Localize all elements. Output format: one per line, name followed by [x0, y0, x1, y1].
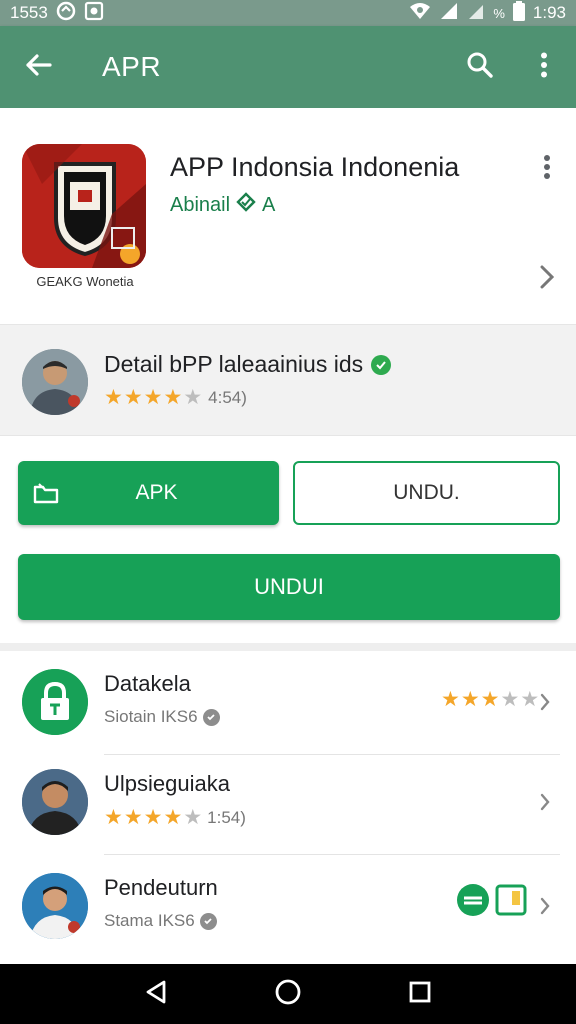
star-icon: ★ — [123, 386, 143, 409]
toggle-icon[interactable] — [456, 883, 490, 922]
check-badge-icon — [199, 912, 217, 930]
avatar — [22, 873, 88, 939]
more-vert-icon — [543, 154, 551, 184]
list-item-title: Pendeuturn — [104, 875, 218, 900]
nav-recents-button[interactable] — [390, 964, 450, 1024]
chevron-right-icon — [540, 265, 555, 294]
list-item[interactable]: Pendeuturn Stama IKS6 — [0, 855, 576, 959]
list-item-title: Ulpsieguiaka — [104, 771, 230, 796]
status-left: 1553 — [10, 1, 104, 26]
notification-icon — [56, 1, 76, 26]
developer-name: Abinail — [170, 193, 231, 216]
list-item-actions — [456, 883, 528, 922]
system-nav-bar — [0, 964, 576, 1024]
nav-home-icon — [274, 978, 302, 1011]
search-icon — [466, 51, 494, 84]
back-arrow-icon — [24, 53, 52, 82]
rating-text: 4:54) — [208, 387, 247, 407]
star-icon: ★ — [104, 386, 123, 409]
star-icon: ★ — [500, 688, 520, 711]
list-item-subtitle: Siotain IKS6 — [104, 707, 220, 727]
detail-row[interactable]: Detail bPP laleaainius ids ★ ★ ★ ★ ★ 4:54) — [0, 324, 576, 436]
more-options-button[interactable] — [512, 26, 576, 108]
list-item-title: Datakela — [104, 671, 191, 696]
status-bar: 1553 % 1:93 — [0, 0, 576, 26]
star-icon: ★ — [183, 386, 203, 409]
lock-avatar — [22, 669, 88, 735]
app-bar: APR — [0, 26, 576, 108]
apk-button[interactable]: APK — [18, 461, 279, 525]
signal-icon-2 — [467, 2, 485, 25]
chevron-right-icon — [534, 787, 556, 817]
app-details-chevron[interactable] — [532, 264, 562, 294]
developer-link[interactable]: Abinail A — [170, 192, 275, 218]
list-item-subtitle-text: Stama IKS6 — [104, 911, 195, 930]
status-right: % 1:93 — [409, 0, 566, 26]
star-icon: ★ — [460, 688, 480, 711]
verified-icon — [371, 354, 392, 375]
list-item-subtitle-text: 1:54) — [207, 807, 246, 827]
status-time-left: 1553 — [10, 3, 48, 22]
list-item-subtitle-text: Siotain IKS6 — [104, 707, 198, 726]
list-item-subtitle: ★ ★ ★ ★ ★ 1:54) — [104, 807, 246, 828]
star-rating: ★ ★ ★ ★ ★ — [441, 689, 539, 710]
star-icon: ★ — [480, 688, 500, 711]
detail-rating: ★ ★ ★ ★ ★ 4:54) — [104, 387, 247, 408]
chevron-right-icon — [534, 687, 556, 717]
nav-recents-icon — [408, 980, 432, 1009]
star-icon: ★ — [143, 386, 163, 409]
nav-back-icon — [144, 979, 168, 1010]
undu-outline-label: UNDU. — [393, 481, 460, 504]
signal-icon — [439, 2, 459, 25]
battery-icon — [512, 0, 525, 26]
wifi-icon — [409, 2, 431, 25]
undu-outline-button[interactable]: UNDU. — [293, 461, 560, 525]
app-name: APP Indonsia Indonenia — [170, 152, 460, 182]
app-icon-graphic — [22, 144, 146, 268]
developer-badge-icon — [236, 192, 256, 218]
app-icon-caption: GEAKG Wonetia — [36, 274, 134, 289]
chevron-right-icon — [534, 891, 556, 921]
apk-button-label: APK — [135, 481, 178, 504]
undu-primary-button[interactable]: UNDUI — [18, 554, 560, 620]
list-item[interactable]: Ulpsieguiaka ★ ★ ★ ★ ★ 1:54) — [0, 751, 576, 855]
star-icon: ★ — [104, 806, 123, 829]
page-title: APR — [102, 51, 162, 82]
list-item-subtitle: Stama IKS6 — [104, 911, 217, 931]
list-item-stars: ★ ★ ★ ★ ★ — [441, 689, 539, 711]
app-more-button[interactable] — [532, 154, 562, 184]
document-icon[interactable] — [494, 883, 528, 922]
undu-primary-label: UNDUI — [254, 574, 324, 599]
avatar — [22, 769, 88, 835]
star-icon: ★ — [163, 386, 183, 409]
list-item[interactable]: Datakela Siotain IKS6 ★ ★ ★ ★ ★ — [0, 651, 576, 755]
star-icon: ★ — [123, 806, 143, 829]
star-icon: ★ — [441, 688, 460, 711]
star-icon: ★ — [143, 806, 163, 829]
nav-back-button[interactable] — [126, 964, 186, 1024]
folder-icon — [18, 482, 74, 504]
star-icon: ★ — [163, 806, 183, 829]
photo-notification-icon — [84, 1, 104, 26]
status-time-right: 1:93 — [532, 3, 566, 22]
app-icon[interactable] — [22, 144, 146, 268]
star-rating: ★ ★ ★ ★ ★ — [104, 387, 202, 408]
nav-home-button[interactable] — [258, 964, 318, 1024]
battery-percent: % — [493, 5, 505, 21]
lock-icon — [22, 669, 88, 735]
developer-suffix: A — [262, 193, 276, 216]
more-vert-icon — [540, 52, 548, 83]
back-button[interactable] — [0, 26, 76, 108]
check-badge-icon — [202, 708, 220, 726]
section-divider — [0, 643, 576, 651]
star-icon: ★ — [183, 806, 203, 829]
search-button[interactable] — [448, 26, 512, 108]
star-rating: ★ ★ ★ ★ ★ — [104, 807, 202, 828]
detail-title: Detail bPP laleaainius ids — [104, 351, 392, 378]
app-header: GEAKG Wonetia APP Indonsia Indonenia Abi… — [0, 108, 576, 324]
detail-title-text: Detail bPP laleaainius ids — [104, 351, 364, 377]
avatar — [22, 349, 88, 415]
